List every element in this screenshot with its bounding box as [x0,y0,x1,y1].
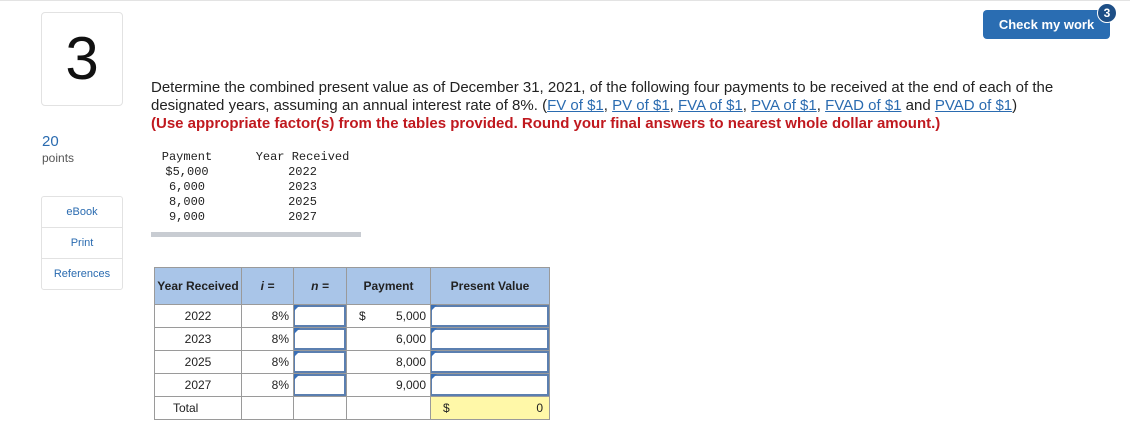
present-value-input-cell [430,304,550,328]
worksheet-header-row: Year Received i = n = Payment Present Va… [154,267,550,305]
header-year-received: Year Received [154,267,242,305]
links-close-paren: ) [1012,97,1018,114]
row-rate: 8% [241,304,294,328]
check-my-work-button[interactable]: Check my work [983,10,1110,39]
present-value-input-cell [430,350,550,374]
given-payment: $5,000 [165,165,209,179]
references-link[interactable]: References [42,259,122,289]
worksheet-row: 2027 8% 9,000 [154,373,550,397]
present-value-input[interactable] [431,374,549,396]
periods-input[interactable] [294,351,346,373]
given-table-scrollbar[interactable] [151,232,361,237]
pvad-table-link[interactable]: PVAD of $1 [935,97,1012,114]
row-year: 2027 [154,373,242,397]
header-rate: i = [241,267,294,305]
given-header-year: Year Received [255,150,350,164]
given-payment: 8,000 [168,195,205,209]
input-flag-icon [431,305,437,311]
present-value-input[interactable] [431,305,549,327]
input-flag-icon [431,328,437,334]
row-payment-cell: 6,000 [346,327,431,351]
worksheet-row: 2022 8% $5,000 [154,304,550,328]
input-flag-icon [431,351,437,357]
fv-table-link[interactable]: FV of $1 [547,97,604,114]
header-periods: n = [293,267,347,305]
input-flag-icon [294,374,300,380]
periods-input[interactable] [294,328,346,350]
fvad-table-link[interactable]: FVAD of $1 [825,97,901,114]
dollar-sign: $ [359,309,366,323]
given-row: 6,000 2023 [151,180,361,195]
question-number: 3 [65,25,99,92]
row-payment: 8,000 [395,355,426,369]
empty-cell [346,396,431,420]
periods-input-cell [293,327,347,351]
row-year: 2022 [154,304,242,328]
row-year: 2025 [154,350,242,374]
given-year: 2027 [288,210,317,224]
periods-input[interactable] [294,305,346,327]
input-flag-icon [294,328,300,334]
given-header-payment: Payment [161,150,213,164]
points-value: 20 [42,133,59,150]
periods-input-cell [293,304,347,328]
row-payment-cell: 9,000 [346,373,431,397]
side-links-panel: eBook Print References [41,196,123,290]
given-payment: 6,000 [168,180,205,194]
input-flag-icon [294,305,300,311]
present-value-worksheet: Year Received i = n = Payment Present Va… [154,267,550,420]
periods-input[interactable] [294,374,346,396]
fva-table-link[interactable]: FVA of $1 [678,97,743,114]
row-payment-cell: 8,000 [346,350,431,374]
given-year: 2023 [288,180,317,194]
pv-table-link[interactable]: PV of $1 [612,97,670,114]
given-row: 9,000 2027 [151,210,361,225]
row-rate: 8% [241,373,294,397]
row-rate: 8% [241,350,294,374]
given-year: 2025 [288,195,317,209]
total-present-value-amount: 0 [536,401,543,415]
question-text: Determine the combined present value as … [151,79,1054,132]
total-label: Total [154,396,242,420]
worksheet-row: 2023 8% 6,000 [154,327,550,351]
given-payment: 9,000 [168,210,205,224]
print-link[interactable]: Print [42,228,122,258]
input-flag-icon [294,351,300,357]
dollar-sign: $ [443,401,450,415]
empty-cell [241,396,294,420]
worksheet-total-row: Total $0 [154,396,550,420]
check-attempts-badge: 3 [1097,3,1117,23]
ebook-link[interactable]: eBook [42,197,122,227]
total-present-value: $0 [430,396,550,420]
present-value-input[interactable] [431,351,549,373]
worksheet-row: 2025 8% 8,000 [154,350,550,374]
instruction-text: (Use appropriate factor(s) from the tabl… [151,115,941,132]
present-value-input[interactable] [431,328,549,350]
points-label: points [42,151,75,165]
pva-table-link[interactable]: PVA of $1 [751,97,817,114]
row-payment-cell: $5,000 [346,304,431,328]
row-payment: 6,000 [395,332,426,346]
row-rate: 8% [241,327,294,351]
row-payment: 5,000 [395,309,426,323]
periods-input-cell [293,350,347,374]
row-year: 2023 [154,327,242,351]
header-present-value: Present Value [430,267,550,305]
empty-cell [293,396,347,420]
given-payments-table: Payment Year Received $5,000 2022 6,000 … [151,150,361,225]
periods-input-cell [293,373,347,397]
given-header-row: Payment Year Received [151,150,361,165]
given-row: $5,000 2022 [151,165,361,180]
present-value-input-cell [430,327,550,351]
present-value-input-cell [430,373,550,397]
input-flag-icon [431,374,437,380]
header-payment: Payment [346,267,431,305]
given-row: 8,000 2025 [151,195,361,210]
links-and: and [905,97,931,114]
given-year: 2022 [288,165,317,179]
top-divider [0,0,1130,1]
row-payment: 9,000 [395,378,426,392]
question-number-box: 3 [41,12,123,106]
